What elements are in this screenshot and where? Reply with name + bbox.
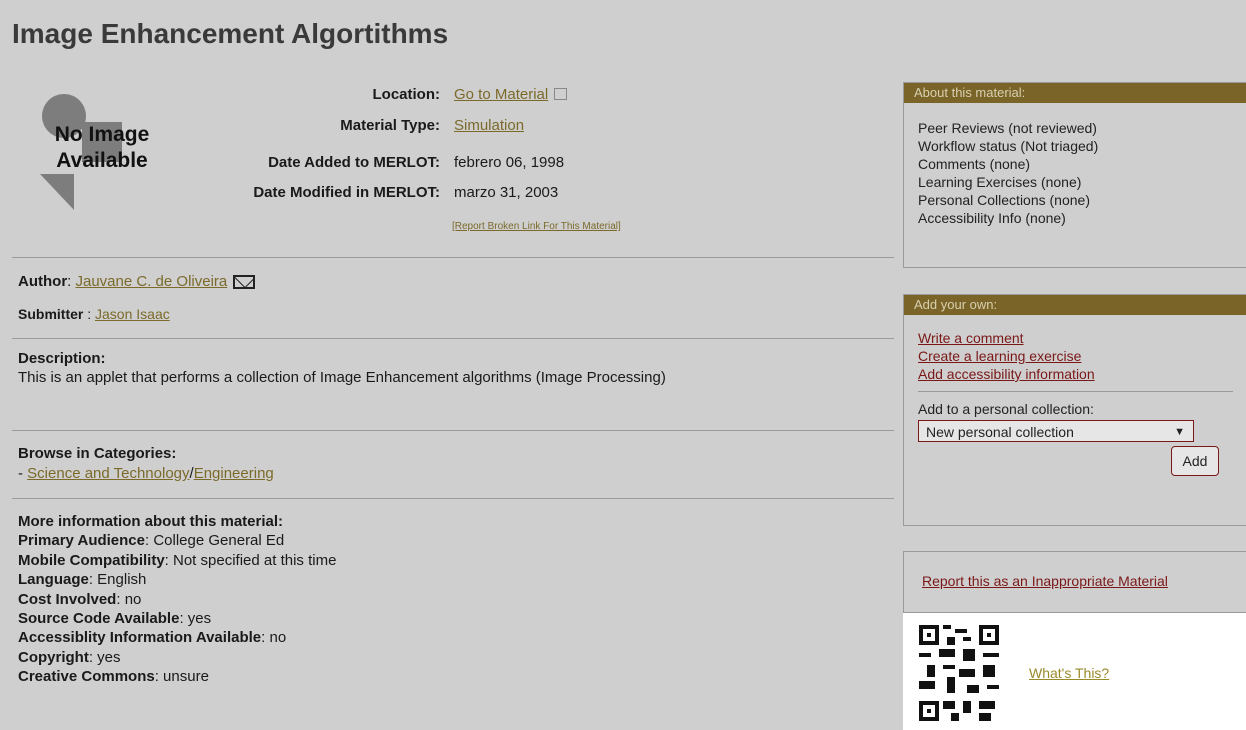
info-value: : Not specified at this time [164,551,337,569]
more-info-section: More information about this material: Pr… [18,512,336,687]
date-added-value: febrero 06, 1998 [454,154,565,171]
info-accessibility: Accessiblity Information Available: no [18,628,336,647]
info-value: : no [116,590,142,608]
author-link[interactable]: Jauvane C. de Oliveira [76,273,228,290]
about-workflow-status[interactable]: Workflow status (Not triaged) [918,137,1233,155]
info-key: Cost Involved [18,590,117,608]
add-accessibility-info-link[interactable]: Add accessibility information [918,366,1095,382]
whats-this-link[interactable]: What's This? [1029,665,1109,681]
divider [918,391,1233,392]
submitter-label: Submitter [18,306,84,322]
categories-section: Browse in Categories: - Science and Tech… [18,444,274,484]
report-panel: Report this as an Inappropriate Material [903,551,1246,613]
info-value: : yes [179,610,212,628]
submitter-link[interactable]: Jason Isaac [95,306,170,322]
description-section: Description: This is an applet that perf… [18,349,788,387]
divider [12,430,894,431]
add-panel-body: Write a comment Create a learning exerci… [904,315,1246,487]
meta-location-row: Location: Go to Material [190,86,890,108]
date-modified-label: Date Modified in MERLOT: [253,184,440,201]
info-key: Primary Audience [18,532,145,550]
no-image-line2: Available [56,149,148,172]
info-key: Creative Commons [18,668,155,686]
write-comment-link[interactable]: Write a comment [918,330,1024,346]
about-peer-reviews[interactable]: Peer Reviews (not reviewed) [918,119,1233,137]
about-learning-exercises[interactable]: Learning Exercises (none) [918,173,1233,191]
add-your-own-panel: Add your own: Write a comment Create a l… [903,294,1246,526]
about-panel-body: Peer Reviews (not reviewed) Workflow sta… [904,103,1246,236]
meta-report-row: [Report Broken Link For This Material] [190,216,890,238]
meta-added-row: Date Added to MERLOT: febrero 06, 1998 [190,154,890,176]
divider [12,257,894,258]
location-label: Location: [372,86,441,103]
more-info-label: More information about this material: [18,513,284,530]
info-cost: Cost Involved: no [18,590,336,609]
qr-section: What's This? [903,613,1246,730]
info-language: Language: English [18,570,336,589]
info-value: : no [261,629,287,647]
about-accessibility-info[interactable]: Accessibility Info (none) [918,209,1233,227]
author-row: Author: Jauvane C. de Oliveira [18,272,256,292]
select-value: New personal collection [926,424,1074,440]
personal-collection-select[interactable]: New personal collection ▼ [918,420,1194,442]
material-type-label: Material Type: [340,117,440,134]
collection-label: Add to a personal collection: [918,401,1094,417]
no-image-placeholder: No Image Available [32,94,182,214]
report-panel-body: Report this as an Inappropriate Material [904,552,1246,599]
date-added-label: Date Added to MERLOT: [268,154,440,171]
info-copyright: Copyright: yes [18,648,336,667]
about-panel-header: About this material: [904,83,1246,103]
chevron-down-icon: ▼ [1174,426,1185,438]
no-image-text: No Image Available [32,122,172,174]
submitter-row: Submitter : Jason Isaac [18,306,170,322]
email-icon[interactable] [233,275,256,289]
qr-code-icon[interactable] [919,625,999,721]
info-primary-audience: Primary Audience: College General Ed [18,531,336,550]
meta-type-row: Material Type: Simulation [190,117,890,139]
divider [12,338,894,339]
category-science-technology-link[interactable]: Science and Technology [27,465,189,482]
info-value: : yes [88,648,121,666]
info-key: Language [18,571,89,589]
info-key: Accessiblity Information Available [18,629,262,647]
category-engineering-link[interactable]: Engineering [194,465,274,482]
info-source-code: Source Code Available: yes [18,609,336,628]
info-creative-commons: Creative Commons: unsure [18,667,336,686]
divider [12,498,894,499]
report-broken-link[interactable]: [Report Broken Link For This Material] [452,221,621,232]
info-key: Source Code Available [18,610,180,628]
info-key: Mobile Compatibility [18,551,165,569]
add-to-collection-button[interactable]: Add [1171,446,1219,476]
meta-modified-row: Date Modified in MERLOT: marzo 31, 2003 [190,184,890,206]
material-type-link[interactable]: Simulation [454,117,524,134]
categories-label: Browse in Categories: [18,445,177,462]
info-value: : College General Ed [145,532,285,550]
description-text: This is an applet that performs a collec… [18,369,666,386]
categories-prefix: - [18,465,28,482]
info-key: Copyright [18,648,89,666]
description-label: Description: [18,350,106,367]
info-value: : English [88,571,147,589]
info-value: : unsure [154,668,209,686]
report-inappropriate-link[interactable]: Report this as an Inappropriate Material [922,573,1168,589]
info-mobile-compat: Mobile Compatibility: Not specified at t… [18,551,336,570]
about-personal-collections[interactable]: Personal Collections (none) [918,191,1233,209]
author-label: Author [18,273,68,290]
date-modified-value: marzo 31, 2003 [454,184,559,201]
external-window-icon[interactable] [554,88,568,100]
go-to-material-link[interactable]: Go to Material [454,86,548,103]
add-panel-header: Add your own: [904,295,1246,315]
placeholder-triangle-shape [40,174,74,210]
no-image-line1: No Image [54,123,150,146]
about-comments[interactable]: Comments (none) [918,155,1233,173]
about-material-panel: About this material: Peer Reviews (not r… [903,82,1246,268]
create-learning-exercise-link[interactable]: Create a learning exercise [918,348,1081,364]
page-title: Image Enhancement Algortithms [12,18,449,49]
